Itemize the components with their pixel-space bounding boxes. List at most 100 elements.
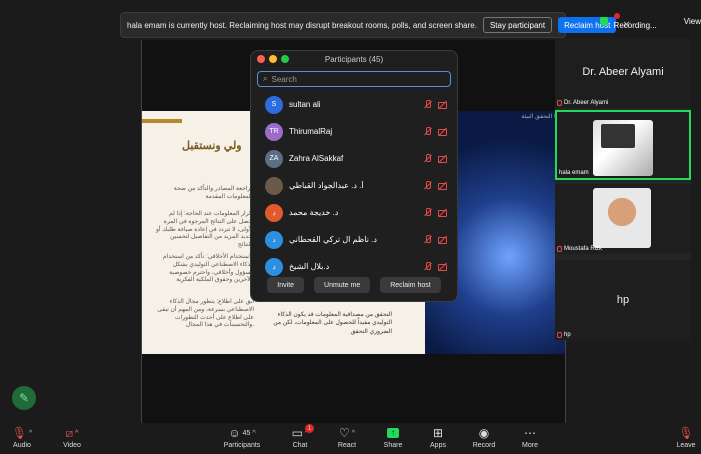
moustafa-label: Moustafa Rizk (557, 246, 602, 252)
host-banner: hala emam is currently host. Reclaiming … (120, 12, 631, 38)
more-button[interactable]: ⋯ More (508, 424, 552, 449)
invite-button[interactable]: Invite (267, 277, 305, 293)
heart-icon: ♡ ^ (338, 426, 356, 440)
participant-status (423, 127, 447, 136)
muted-mic-icon: 🎙 ^ (11, 426, 33, 440)
chat-button[interactable]: ▭ ^ 1 Chat (278, 424, 322, 449)
camera-off-icon: ⧄ ^ (65, 425, 79, 440)
recording-indicator[interactable]: Recording... (613, 12, 662, 30)
react-button[interactable]: ♡ ^ React (325, 424, 369, 449)
participant-name: أ. د. عبدالجواد القباطي (289, 181, 364, 190)
participant-search-input[interactable]: ⌕ Search (257, 71, 451, 87)
moustafa-video-image (593, 188, 651, 248)
chat-label: Chat (292, 442, 308, 449)
participant-row[interactable]: د د.بلال الشيخ (251, 253, 457, 280)
participant-status (423, 262, 447, 271)
participant-name: Zahra AlSakkaf (289, 154, 344, 163)
hala-label: hala emam (559, 170, 589, 176)
search-icon: ⌕ (263, 74, 268, 83)
slide-paragraph: الاستخدام الأخلاقي: تأكد من استخدام الذك… (162, 254, 254, 284)
camera-off-icon (438, 127, 447, 136)
chat-badge: 1 (305, 424, 314, 433)
video-label: Video (63, 442, 81, 449)
slide-bottom-text: التحقق من مصداقية المعلومات قد يكون الذك… (273, 312, 392, 335)
muted-mic-icon (423, 154, 432, 163)
hp-name: hp (616, 294, 630, 306)
record-icon: ◉ (478, 426, 490, 440)
record-label: Record (472, 442, 496, 449)
participant-name: د. ناظم ال تركي القحطاني (289, 235, 377, 244)
muted-mic-icon (423, 181, 432, 190)
view-button[interactable]: View (684, 17, 701, 26)
video-gallery: Dr. Abeer Alyami Dr. Abeer Alyami hala e… (555, 38, 691, 340)
avatar: ZA (265, 149, 283, 168)
participant-actions: Invite Unmute me Reclaim host (251, 277, 457, 293)
video-tile-hala[interactable]: hala emam (555, 110, 691, 180)
participant-status (423, 181, 447, 190)
muted-mic-icon (557, 246, 562, 252)
muted-mic-icon (423, 235, 432, 244)
video-tile-hp[interactable]: hp hp (555, 260, 691, 340)
slide-paragraph: مراجعة المصادر والتأكد من صحة المعلومات … (173, 186, 254, 200)
muted-mic-icon (557, 100, 562, 106)
record-button[interactable]: ◉ Record (462, 424, 506, 449)
slide-tag: ما التحقق البيئة (521, 114, 559, 120)
video-button[interactable]: ⧄ ^ Video (50, 424, 94, 450)
leave-button[interactable]: 🎙 Leave (664, 424, 701, 449)
unmute-me-button[interactable]: Unmute me (314, 277, 371, 293)
participant-name: د. خديجة محمد (289, 208, 339, 217)
slide-paragraph: تكرار المعلومات عند الحاجة: إذا لم تحصل … (155, 211, 254, 249)
participant-status (423, 235, 447, 244)
leave-icon: 🎙 (678, 426, 694, 440)
participants-titlebar: Participants (45) (251, 51, 457, 67)
participant-status (423, 154, 447, 163)
stay-participant-button[interactable]: Stay participant (482, 17, 553, 33)
participant-name: ThirumalRaj (289, 127, 333, 136)
recording-label: Recording... (613, 21, 657, 30)
video-tile-moustafa[interactable]: Moustafa Rizk (555, 184, 691, 254)
participant-row[interactable]: أ. د. عبدالجواد القباطي (251, 172, 457, 199)
camera-off-icon (438, 235, 447, 244)
participant-row[interactable]: د د. ناظم ال تركي القحطاني (251, 226, 457, 253)
camera-off-icon (438, 208, 447, 217)
apps-icon: ⊞ (432, 426, 444, 440)
participants-icon: ☺ 45 ^ (228, 426, 256, 440)
annotate-button[interactable]: ✎ (12, 386, 36, 410)
participant-name: د.بلال الشيخ (289, 262, 330, 271)
avatar: TR (265, 122, 283, 141)
participant-name: sultan ali (289, 100, 321, 109)
participants-title: Participants (45) (324, 54, 384, 64)
participant-row[interactable]: TR ThirumalRaj (251, 118, 457, 145)
record-dot-icon (613, 13, 620, 19)
more-icon: ⋯ (524, 426, 536, 440)
participant-row[interactable]: Ssultan ali (251, 91, 457, 118)
hp-label: hp (557, 332, 571, 338)
audio-button[interactable]: 🎙 ^ Audio (0, 424, 44, 449)
muted-mic-icon (557, 332, 562, 338)
participants-label: Participants (223, 442, 261, 449)
speaker-name: Dr. Abeer Alyami (582, 66, 664, 78)
participant-row[interactable]: د د. خديجة محمد (251, 199, 457, 226)
reclaim-host-button[interactable]: Reclaim host (380, 277, 441, 293)
hala-video-image (593, 120, 653, 176)
pencil-icon: ✎ (18, 391, 30, 405)
camera-off-icon (438, 154, 447, 163)
muted-mic-icon (423, 100, 432, 109)
leave-label: Leave (676, 442, 696, 449)
camera-off-icon (438, 262, 447, 271)
share-button[interactable]: ↑ Share (371, 424, 415, 449)
avatar: د (265, 203, 283, 222)
participant-row[interactable]: ZA Zahra AlSakkaf (251, 145, 457, 172)
slide-paragraph: ابق على اطلاع: يتطور مجال الذكاء الاصطنا… (157, 299, 254, 329)
muted-mic-icon (423, 262, 432, 271)
muted-mic-icon (423, 127, 432, 136)
shield-icon[interactable] (600, 16, 608, 26)
video-tile-speaker[interactable]: Dr. Abeer Alyami Dr. Abeer Alyami (555, 38, 691, 108)
apps-button[interactable]: ⊞ Apps (416, 424, 460, 449)
camera-off-icon (438, 100, 447, 109)
react-label: React (337, 442, 357, 449)
participants-button[interactable]: ☺ 45 ^ Participants (220, 424, 264, 449)
speaker-label: Dr. Abeer Alyami (557, 100, 608, 106)
avatar: S (265, 95, 283, 114)
participants-panel: Participants (45) ⌕ Search Ssultan ali TR… (250, 50, 458, 302)
